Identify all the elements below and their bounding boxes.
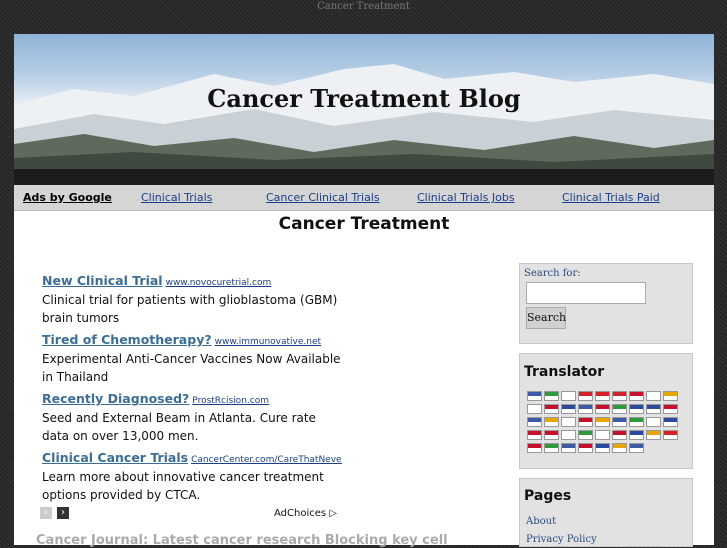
flag-icon[interactable] bbox=[527, 404, 542, 414]
search-label: Search for: bbox=[524, 268, 581, 279]
ad-block: Clinical Cancer Trials CancerCenter.com/C… bbox=[42, 447, 342, 504]
flag-icon[interactable] bbox=[612, 443, 627, 453]
flag-icon[interactable] bbox=[612, 404, 627, 414]
ad-description: Seed and External Beam in Atlanta. Cure … bbox=[42, 411, 316, 443]
flag-icon[interactable] bbox=[561, 404, 576, 414]
adchoices-link[interactable]: AdChoices ▷ bbox=[274, 508, 337, 519]
flag-icon[interactable] bbox=[578, 404, 593, 414]
flag-icon[interactable] bbox=[544, 430, 559, 440]
flag-icon[interactable] bbox=[527, 443, 542, 453]
search-widget: Search for: Search bbox=[519, 263, 693, 344]
search-button[interactable]: Search bbox=[526, 307, 566, 329]
ad-url-link[interactable]: www.novocuretrial.com bbox=[166, 278, 272, 288]
ads-by-google-link[interactable]: Ads by Google bbox=[23, 191, 112, 204]
post-title-link[interactable]: Cancer Journal: Latest cancer research B… bbox=[36, 533, 456, 548]
ad-title-link[interactable]: Recently Diagnosed? bbox=[42, 391, 189, 406]
nav-link-clinical-trials-paid[interactable]: Clinical Trials Paid bbox=[562, 191, 660, 204]
site-tagline: Cancer Treatment bbox=[317, 1, 410, 12]
nav-link-cancer-clinical-trials[interactable]: Cancer Clinical Trials bbox=[266, 191, 380, 204]
flag-icon[interactable] bbox=[663, 430, 678, 440]
flag-icon[interactable] bbox=[527, 391, 542, 401]
page-container: Cancer Treatment Blog Ads by Google Clin… bbox=[14, 34, 714, 548]
flag-icon[interactable] bbox=[629, 430, 644, 440]
flag-icon[interactable] bbox=[595, 391, 610, 401]
pages-title: Pages bbox=[524, 488, 572, 504]
flag-icon[interactable] bbox=[544, 417, 559, 427]
flag-icon[interactable] bbox=[612, 430, 627, 440]
flag-icon[interactable] bbox=[578, 417, 593, 427]
flag-icon[interactable] bbox=[561, 391, 576, 401]
flag-icon[interactable] bbox=[544, 391, 559, 401]
flag-icon[interactable] bbox=[544, 404, 559, 414]
flag-icon[interactable] bbox=[544, 443, 559, 453]
ad-next-arrow-icon[interactable]: › bbox=[57, 507, 69, 519]
ad-url-link[interactable]: www.immunovative.net bbox=[215, 337, 321, 347]
ad-block: Recently Diagnosed? ProstRcision.com Seed… bbox=[42, 388, 342, 445]
header-banner: Cancer Treatment Blog bbox=[14, 34, 714, 169]
ad-url-link[interactable]: CancerCenter.com/CareThatNeverQuits bbox=[191, 455, 342, 465]
flag-icon[interactable] bbox=[663, 404, 678, 414]
flag-icon[interactable] bbox=[663, 417, 678, 427]
page-title: Cancer Treatment bbox=[278, 214, 450, 234]
flag-icon[interactable] bbox=[595, 417, 610, 427]
flag-icon[interactable] bbox=[561, 417, 576, 427]
flag-icon[interactable] bbox=[595, 443, 610, 453]
ad-block: New Clinical Trial www.novocuretrial.com … bbox=[42, 270, 342, 327]
page-link-privacy-policy[interactable]: Privacy Policy bbox=[526, 534, 597, 545]
flag-icon[interactable] bbox=[629, 443, 644, 453]
flag-icon[interactable] bbox=[629, 391, 644, 401]
flag-icon[interactable] bbox=[595, 404, 610, 414]
flag-icon[interactable] bbox=[646, 430, 661, 440]
translator-widget: Translator bbox=[519, 353, 693, 469]
header-divider bbox=[14, 169, 714, 185]
flag-icon[interactable] bbox=[578, 391, 593, 401]
flag-icon[interactable] bbox=[612, 391, 627, 401]
site-title[interactable]: Cancer Treatment Blog bbox=[14, 84, 714, 113]
nav-link-clinical-trials-jobs[interactable]: Clinical Trials Jobs bbox=[417, 191, 515, 204]
flag-icon[interactable] bbox=[629, 404, 644, 414]
search-input[interactable] bbox=[526, 282, 646, 304]
flag-icon[interactable] bbox=[646, 417, 661, 427]
ad-title-link[interactable]: New Clinical Trial bbox=[42, 273, 163, 288]
ad-title-link[interactable]: Tired of Chemotherapy? bbox=[42, 332, 212, 347]
flag-icon[interactable] bbox=[595, 430, 610, 440]
page-link-about[interactable]: About bbox=[526, 516, 556, 527]
flag-icon[interactable] bbox=[527, 430, 542, 440]
ad-description: Clinical trial for patients with gliobla… bbox=[42, 293, 338, 325]
flag-icon[interactable] bbox=[646, 404, 661, 414]
flag-icon[interactable] bbox=[561, 443, 576, 453]
flag-icon[interactable] bbox=[612, 417, 627, 427]
nav-link-clinical-trials[interactable]: Clinical Trials bbox=[141, 191, 212, 204]
translator-flags bbox=[527, 391, 691, 456]
flag-icon[interactable] bbox=[527, 417, 542, 427]
ad-description: Experimental Anti-Cancer Vaccines Now Av… bbox=[42, 352, 341, 384]
pages-widget: Pages About Privacy Policy bbox=[519, 478, 693, 547]
flag-icon[interactable] bbox=[663, 391, 678, 401]
ad-block: Tired of Chemotherapy? www.immunovative.n… bbox=[42, 329, 342, 386]
translator-title: Translator bbox=[524, 364, 605, 380]
flag-icon[interactable] bbox=[578, 443, 593, 453]
flag-icon[interactable] bbox=[578, 430, 593, 440]
flag-icon[interactable] bbox=[629, 417, 644, 427]
ad-link-bar: Ads by Google Clinical Trials Cancer Cli… bbox=[14, 185, 714, 211]
ad-title-link[interactable]: Clinical Cancer Trials bbox=[42, 450, 188, 465]
ad-prev-arrow-icon[interactable]: ‹ bbox=[40, 507, 52, 519]
flag-icon[interactable] bbox=[561, 430, 576, 440]
ad-description: Learn more about innovative cancer treat… bbox=[42, 470, 324, 502]
flag-icon[interactable] bbox=[646, 391, 661, 401]
ad-url-link[interactable]: ProstRcision.com bbox=[192, 396, 269, 406]
